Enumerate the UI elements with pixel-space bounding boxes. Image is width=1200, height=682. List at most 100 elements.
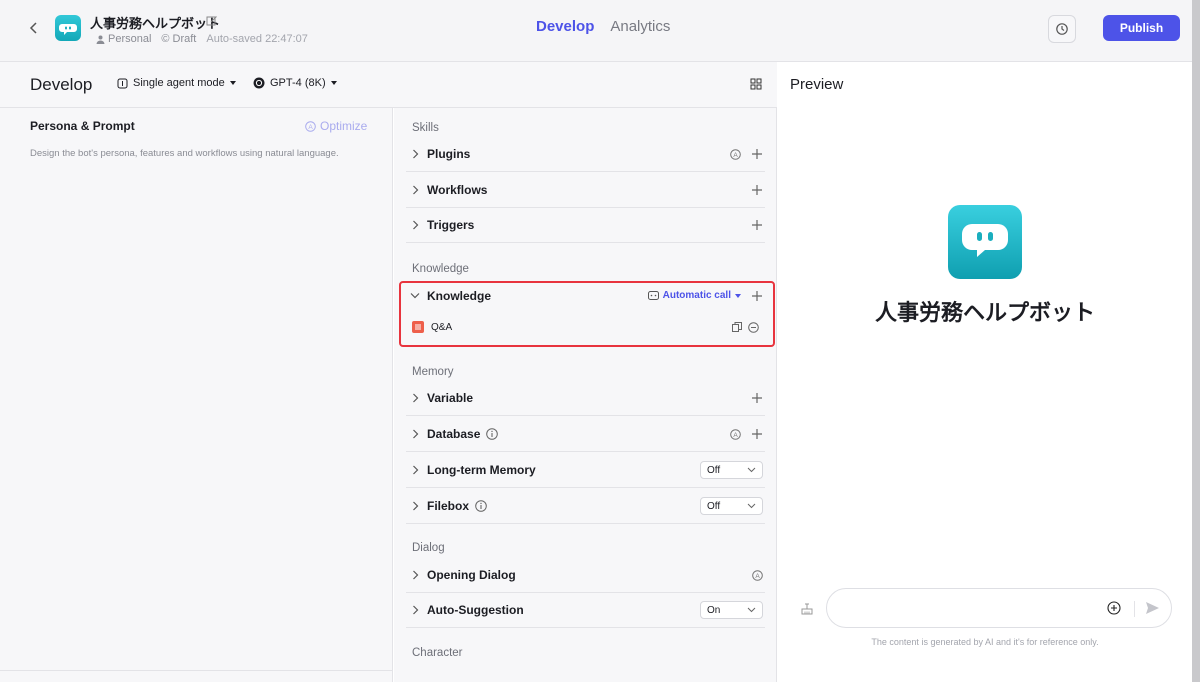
triggers-label: Triggers [427, 218, 475, 232]
add-variable-icon[interactable] [751, 392, 763, 404]
chevron-right-icon [406, 429, 424, 439]
openai-icon [253, 77, 265, 89]
edit-icon[interactable] [206, 14, 218, 26]
triggers-row[interactable]: Triggers [406, 208, 765, 243]
person-icon [96, 35, 105, 44]
caret-down-icon [735, 293, 741, 298]
chevron-left-icon [29, 22, 37, 34]
svg-text:A: A [733, 432, 738, 439]
variable-row[interactable]: Variable [406, 381, 765, 416]
layout-grid-icon[interactable] [750, 77, 762, 90]
filebox-row[interactable]: Filebox Off [406, 489, 765, 524]
develop-header: Develop Single agent mode GPT-4 (8K) [0, 62, 777, 108]
top-bar: 人事労務ヘルプボット Personal © Draft Auto-saved 2… [0, 0, 1192, 62]
agent-mode-select[interactable]: Single agent mode [117, 77, 236, 89]
chevron-down-icon [747, 503, 756, 509]
workflows-row[interactable]: Workflows [406, 173, 765, 208]
caret-down-icon [229, 81, 236, 85]
publish-button[interactable]: Publish [1103, 15, 1180, 41]
bot-avatar-large [948, 205, 1022, 279]
send-icon[interactable] [1145, 601, 1160, 620]
section-dialog: Dialog [412, 542, 445, 554]
bot-avatar [55, 15, 81, 41]
chat-input-box [826, 588, 1172, 628]
section-memory: Memory [412, 366, 454, 378]
chevron-right-icon [406, 149, 424, 159]
long-term-memory-label: Long-term Memory [427, 463, 536, 477]
model-select[interactable]: GPT-4 (8K) [253, 77, 337, 89]
add-database-icon[interactable] [751, 428, 763, 440]
clear-history-button[interactable] [800, 602, 814, 621]
add-knowledge-icon[interactable] [751, 290, 763, 302]
automatic-call-label: Automatic call [662, 290, 731, 301]
history-button[interactable] [1048, 15, 1076, 43]
info-icon[interactable] [475, 500, 487, 512]
auto-suggestion-select[interactable]: On [700, 601, 763, 619]
autosave-text: Auto-saved 22:47:07 [206, 33, 308, 45]
agent-mode-label: Single agent mode [133, 77, 225, 89]
table-doc-icon [412, 321, 424, 333]
persona-description[interactable]: Design the bot's persona, features and w… [30, 148, 339, 159]
long-term-memory-row[interactable]: Long-term Memory Off [406, 453, 765, 488]
call-mode-icon [647, 291, 659, 300]
auto-a-icon[interactable]: A [730, 428, 741, 440]
back-button[interactable] [24, 18, 44, 38]
variable-label: Variable [427, 391, 474, 405]
chat-input[interactable] [841, 599, 1091, 619]
filebox-select[interactable]: Off [700, 497, 763, 515]
database-row[interactable]: Database A [406, 417, 765, 452]
owner-label: Personal [96, 33, 151, 45]
filebox-label: Filebox [427, 499, 470, 513]
opening-dialog-row[interactable]: Opening Dialog A [406, 558, 765, 593]
nav-tabs: Develop Analytics [536, 18, 670, 35]
tab-develop[interactable]: Develop [536, 18, 594, 35]
plugins-row[interactable]: Plugins A [406, 137, 765, 172]
bot-face-icon [962, 224, 1008, 257]
chevron-right-icon [406, 465, 424, 475]
auto-a-icon[interactable]: A [730, 148, 741, 160]
svg-text:A: A [755, 573, 760, 580]
opening-dialog-label: Opening Dialog [427, 568, 516, 582]
broom-icon [801, 603, 813, 615]
copyright-icon: © [161, 33, 170, 45]
chevron-down-icon [747, 467, 756, 473]
add-trigger-icon[interactable] [751, 219, 763, 231]
persona-panel: Persona & Prompt A Optimize Design the b… [0, 108, 393, 682]
auto-suggestion-label: Auto-Suggestion [427, 603, 524, 617]
chevron-right-icon [406, 393, 424, 403]
automatic-call-select[interactable]: Automatic call [647, 290, 741, 301]
optimize-button[interactable]: A Optimize [305, 119, 367, 133]
workflows-label: Workflows [427, 183, 488, 197]
bot-meta: Personal © Draft Auto-saved 22:47:07 [96, 33, 308, 45]
preview-panel: Preview 人事労務ヘルプボット The content is genera… [778, 62, 1192, 682]
chevron-down-icon [747, 607, 756, 613]
auto-a-icon[interactable]: A [752, 569, 763, 581]
auto-suggestion-row[interactable]: Auto-Suggestion On [406, 593, 765, 628]
chevron-right-icon [406, 185, 424, 195]
chevron-right-icon [406, 220, 424, 230]
divider [0, 670, 393, 671]
history-icon [1056, 23, 1068, 35]
chevron-right-icon [406, 570, 424, 580]
add-plugin-icon[interactable] [751, 148, 763, 160]
database-label: Database [427, 427, 481, 441]
select-value: On [707, 604, 721, 616]
svg-text:A: A [733, 152, 738, 159]
add-attachment-icon[interactable] [1107, 601, 1121, 620]
select-value: Off [707, 500, 721, 512]
tab-analytics[interactable]: Analytics [610, 18, 670, 35]
ai-disclaimer: The content is generated by AI and it's … [871, 637, 1099, 647]
knowledge-label: Knowledge [427, 288, 492, 303]
preview-title: Preview [790, 76, 844, 93]
agent-mode-icon [117, 78, 128, 88]
knowledge-item-qa[interactable]: Q&A [412, 318, 759, 336]
long-term-memory-select[interactable]: Off [700, 461, 763, 479]
info-icon[interactable] [486, 428, 499, 440]
section-character: Character [412, 647, 463, 659]
remove-icon[interactable] [748, 321, 759, 333]
add-workflow-icon[interactable] [751, 184, 763, 196]
knowledge-row[interactable]: Knowledge Automatic call [406, 278, 765, 313]
develop-title: Develop [30, 75, 93, 94]
section-knowledge: Knowledge [412, 263, 469, 275]
copy-icon[interactable] [732, 322, 742, 332]
